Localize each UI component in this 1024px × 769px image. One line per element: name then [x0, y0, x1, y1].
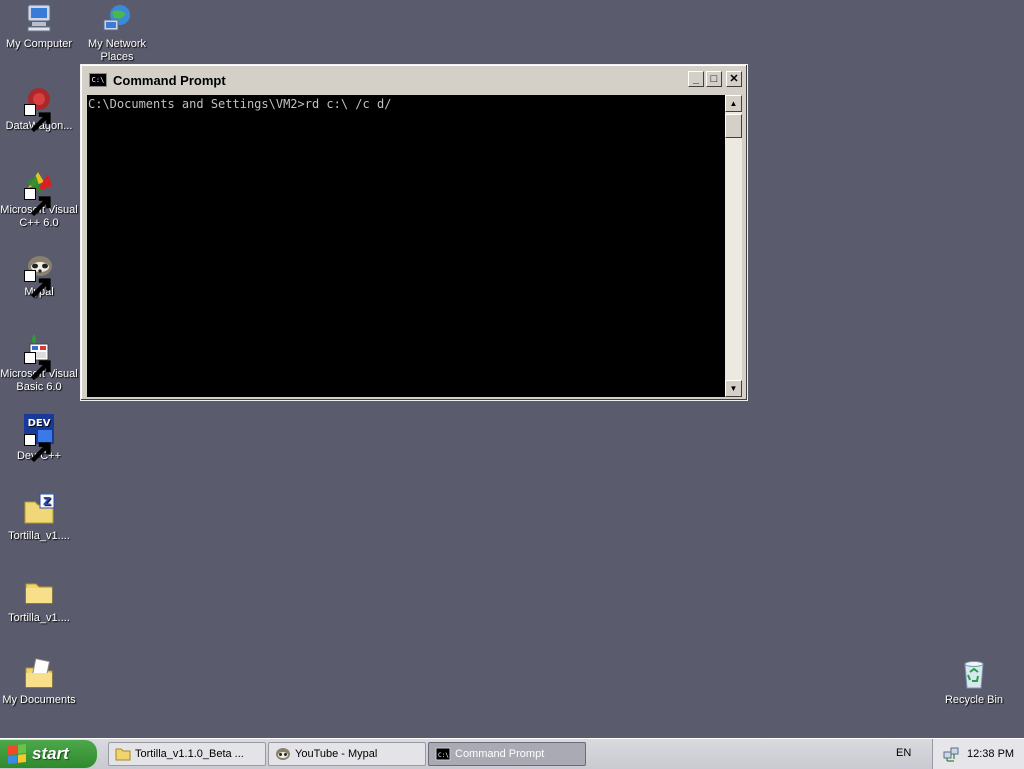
- desktop-icon-visual-basic[interactable]: Microsoft Visual Basic 6.0: [0, 332, 78, 394]
- mypal-icon: [22, 250, 56, 299]
- shortcut-arrow-icon: [24, 188, 51, 217]
- desktop-icon-label: My Documents: [2, 694, 76, 706]
- console-line: C:\Documents and Settings\VM2>rd c:\ /c …: [88, 97, 392, 111]
- minimize-icon: _: [692, 72, 700, 85]
- desktop-icon-my-network-places[interactable]: My Network Places: [78, 2, 156, 64]
- desktop-icon-label: My Computer: [5, 38, 73, 50]
- start-label: start: [32, 744, 69, 763]
- scroll-thumb[interactable]: [725, 114, 742, 138]
- scroll-up-button[interactable]: ▲: [725, 95, 742, 112]
- desktop-icon-my-computer[interactable]: My Computer: [0, 2, 78, 51]
- desktop-icon-mypal[interactable]: Mypal: [0, 250, 78, 299]
- desktop-icon-label: My Network Places: [87, 38, 147, 63]
- scroll-down-icon: ▼: [729, 384, 738, 393]
- recycle-bin-icon: [957, 658, 991, 690]
- taskbar: start Tortilla_v1.1.0_Beta ... YouTube -…: [0, 738, 1024, 769]
- network-status-icon[interactable]: [943, 746, 959, 762]
- console-output[interactable]: C:\Documents and Settings\VM2>rd c:\ /c …: [87, 95, 727, 397]
- desktop-icon-label: Tortilla_v1....: [8, 530, 70, 542]
- mypal-icon: [276, 748, 290, 760]
- desktop-icon-label: Tortilla_v1....: [8, 612, 70, 624]
- visual-cpp-icon: [22, 168, 56, 217]
- shortcut-arrow-icon: [24, 270, 51, 299]
- taskbar-item-command-prompt[interactable]: C:\ Command Prompt: [428, 742, 586, 766]
- datawagon-icon: [22, 84, 56, 133]
- taskbar-item-label: Tortilla_v1.1.0_Beta ...: [135, 748, 244, 760]
- desktop-icon-visual-cpp[interactable]: Microsoft Visual C++ 6.0: [0, 168, 78, 230]
- minimize-button[interactable]: _: [688, 71, 704, 87]
- desktop-icon-label: Recycle Bin: [944, 694, 1004, 706]
- window-title: Command Prompt: [113, 72, 226, 88]
- command-prompt-window[interactable]: C:\ Command Prompt _ □ ✕ C:\Documents an…: [80, 64, 748, 401]
- network-icon: [100, 2, 134, 34]
- windows-logo-icon: [8, 744, 26, 764]
- svg-text:DEV: DEV: [28, 418, 51, 429]
- vertical-scrollbar[interactable]: ▲ ▼: [725, 95, 742, 397]
- close-button[interactable]: ✕: [726, 71, 742, 87]
- desktop-icon-my-documents[interactable]: My Documents: [0, 658, 78, 707]
- language-indicator[interactable]: EN: [896, 747, 911, 759]
- svg-text:Z: Z: [43, 495, 51, 508]
- window-titlebar[interactable]: C:\ Command Prompt _ □ ✕: [84, 68, 744, 92]
- scroll-up-icon: ▲: [729, 99, 738, 108]
- folder-icon: [22, 576, 56, 608]
- my-documents-icon: [22, 658, 56, 690]
- desktop-icon-tortilla-zip[interactable]: Z Tortilla_v1....: [0, 494, 78, 543]
- taskbar-item-label: YouTube - Mypal: [295, 748, 378, 760]
- scroll-down-button[interactable]: ▼: [725, 380, 742, 397]
- desktop-icon-datawagon[interactable]: DataWagon...: [0, 84, 78, 133]
- dev-cpp-icon: DEV: [22, 414, 56, 463]
- shortcut-arrow-icon: [24, 104, 51, 133]
- taskbar-item-tortilla[interactable]: Tortilla_v1.1.0_Beta ...: [108, 742, 266, 766]
- clock[interactable]: 12:38 PM: [967, 748, 1014, 760]
- taskbar-item-label: Command Prompt: [455, 748, 545, 760]
- computer-icon: [22, 2, 56, 34]
- system-tray: 12:38 PM: [932, 739, 1024, 769]
- close-icon: ✕: [729, 72, 739, 85]
- visual-basic-icon: [22, 332, 56, 381]
- taskbar-item-mypal[interactable]: YouTube - Mypal: [268, 742, 426, 766]
- zip-folder-icon: Z: [22, 494, 56, 526]
- desktop-icon-recycle-bin[interactable]: Recycle Bin: [935, 658, 1013, 707]
- start-button[interactable]: start: [0, 740, 97, 768]
- desktop-icon-dev-cpp[interactable]: DEV Dev-C++: [0, 414, 78, 463]
- shortcut-arrow-icon: [24, 434, 51, 463]
- folder-icon: [115, 748, 131, 761]
- cmd-icon: C:\: [435, 747, 451, 761]
- maximize-icon: □: [710, 72, 718, 85]
- shortcut-arrow-icon: [24, 352, 51, 381]
- svg-text:C:\: C:\: [438, 752, 449, 759]
- maximize-button[interactable]: □: [706, 71, 722, 87]
- cmd-icon[interactable]: C:\: [89, 73, 107, 87]
- desktop-icon-tortilla-folder[interactable]: Tortilla_v1....: [0, 576, 78, 625]
